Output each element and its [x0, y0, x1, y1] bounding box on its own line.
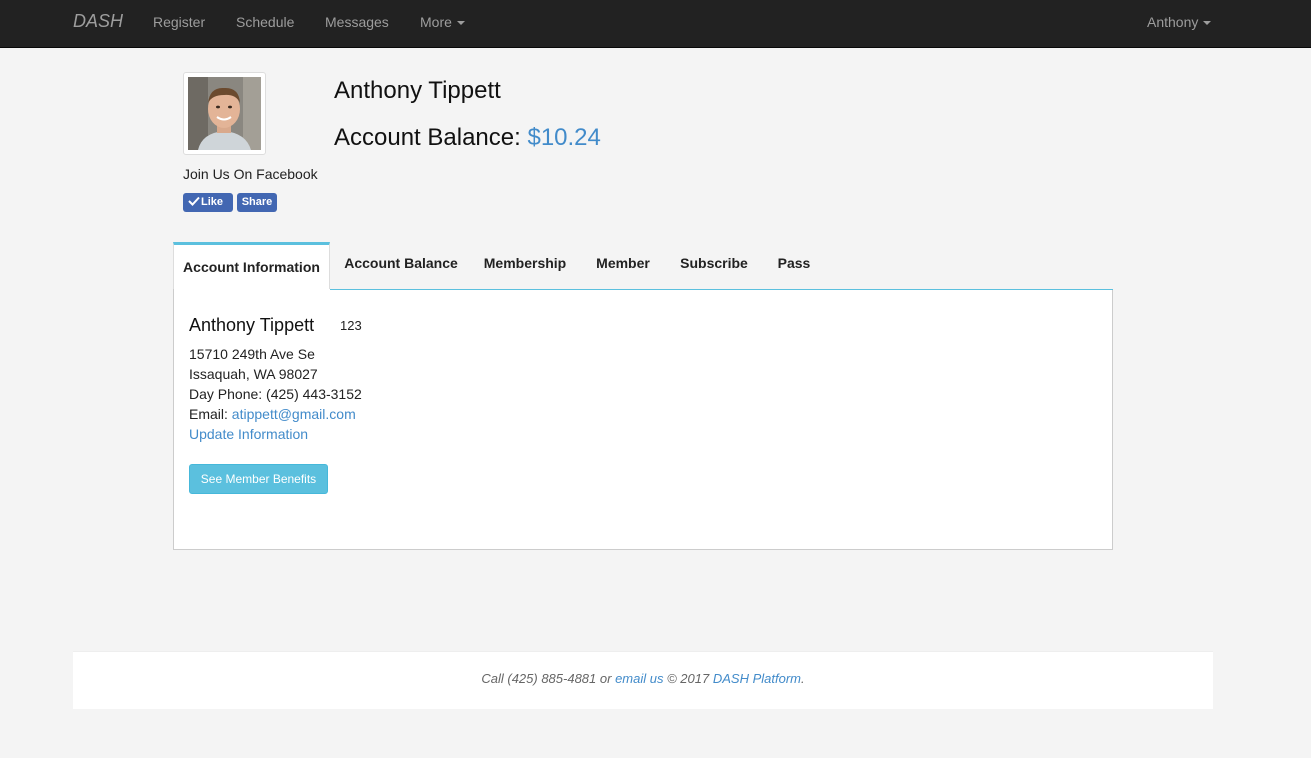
brand-logo[interactable]: DASH	[73, 11, 123, 32]
email-row: Email: atippett@gmail.com	[189, 406, 356, 422]
account-holder-name: Anthony Tippett	[189, 315, 315, 335]
balance-amount: $10.24	[527, 124, 601, 151]
update-information-link[interactable]: Update Information	[189, 426, 308, 442]
footer-platform-link[interactable]: DASH Platform	[713, 671, 801, 686]
profile-photo	[188, 77, 261, 150]
facebook-label: Join Us On Facebook	[183, 166, 318, 182]
tab-divider	[330, 289, 1113, 290]
address-line1: 15710 249th Ave Se	[189, 346, 315, 362]
footer-copyright: © 2017	[667, 671, 710, 686]
user-menu-dropdown[interactable]: Anthony	[1147, 14, 1212, 30]
top-navbar: DASH Register Schedule Messages More Ant…	[0, 0, 1311, 48]
footer-call-text: Call (425) 885-4881 or	[481, 671, 612, 686]
tab-subscribe[interactable]: Subscribe	[673, 242, 755, 289]
tab-account-information[interactable]: Account Information	[173, 242, 330, 290]
facebook-like-button[interactable]: Like	[183, 193, 233, 212]
member-id: 123	[340, 318, 362, 333]
facebook-like-label: Like	[201, 196, 224, 208]
nav-register[interactable]: Register	[153, 14, 205, 30]
page-footer: Call (425) 885-4881 or email us © 2017 D…	[73, 651, 1213, 709]
tab-account-balance[interactable]: Account Balance	[334, 242, 468, 289]
nav-schedule[interactable]: Schedule	[236, 14, 294, 30]
nav-more-dropdown[interactable]: More	[420, 14, 465, 30]
footer-period: .	[801, 671, 805, 686]
profile-name: Anthony Tippett	[334, 77, 501, 104]
account-balance-heading: Account Balance: $10.24	[334, 124, 601, 152]
see-member-benefits-button[interactable]: See Member Benefits	[189, 464, 328, 494]
address-line2: Issaquah, WA 98027	[189, 366, 318, 382]
footer-text: Call (425) 885-4881 or email us © 2017 D…	[73, 671, 1213, 686]
chevron-down-icon	[456, 21, 465, 26]
chevron-down-icon	[1203, 21, 1212, 26]
tab-member[interactable]: Member	[588, 242, 658, 289]
email-link[interactable]: atippett@gmail.com	[232, 406, 356, 422]
facebook-share-button[interactable]: Share	[237, 193, 277, 212]
tab-membership[interactable]: Membership	[475, 242, 575, 289]
nav-more-label: More	[420, 14, 452, 30]
avatar	[183, 72, 266, 155]
user-menu-label: Anthony	[1147, 14, 1199, 30]
balance-label: Account Balance:	[334, 124, 521, 151]
tab-pass[interactable]: Pass	[769, 242, 819, 289]
account-tabs: Account Information Account Balance Memb…	[173, 242, 1113, 290]
day-phone: Day Phone: (425) 443-3152	[189, 386, 362, 402]
nav-messages[interactable]: Messages	[325, 14, 389, 30]
footer-email-link[interactable]: email us	[615, 671, 663, 686]
check-icon	[188, 196, 200, 206]
email-label: Email:	[189, 406, 228, 422]
